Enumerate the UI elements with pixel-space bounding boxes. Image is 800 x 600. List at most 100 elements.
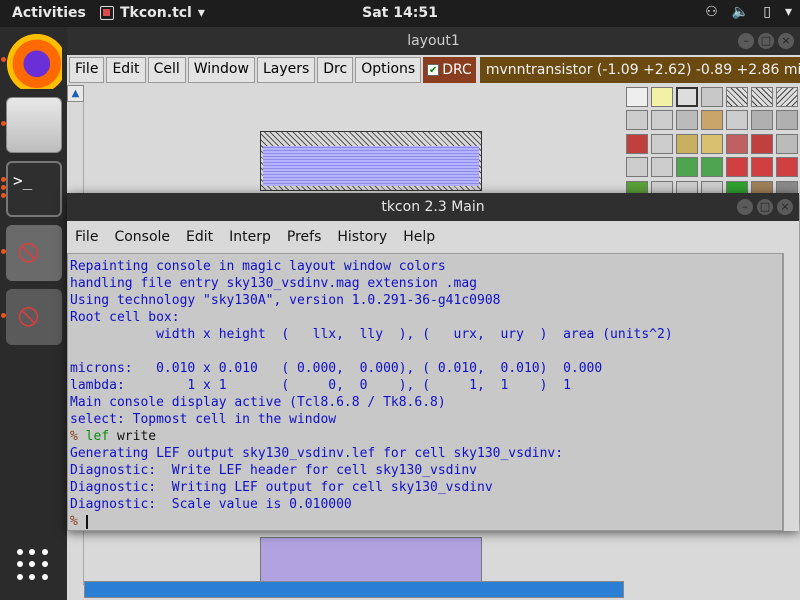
chevron-down-icon: ▾	[784, 4, 792, 20]
lock-icon[interactable]	[626, 110, 648, 131]
layout-menu-edit[interactable]: Edit	[106, 57, 146, 83]
layout-menu-window[interactable]: Window	[187, 57, 255, 83]
tkcon-menu-console[interactable]: Console	[112, 229, 172, 245]
prompt-symbol: %	[70, 429, 78, 444]
lock-icon[interactable]	[651, 157, 673, 178]
no-entry-app-icon[interactable]	[6, 225, 62, 281]
firefox-icon[interactable]	[6, 33, 62, 89]
layer-swatch[interactable]	[751, 157, 773, 178]
lock-icon[interactable]	[651, 133, 673, 154]
console-line: Main console display active (Tcl8.6.8 / …	[70, 395, 446, 410]
lock-icon[interactable]	[726, 110, 748, 131]
system-tray[interactable]: ⚇ 🔈 ▯ ▾	[705, 4, 792, 20]
layer-swatch[interactable]	[726, 87, 748, 107]
show-applications-icon[interactable]	[17, 549, 49, 581]
layout-cell-geometry	[260, 131, 482, 191]
console-line: handling file entry sky130_vsdinv.mag ex…	[70, 276, 477, 291]
layer-swatch[interactable]	[626, 133, 648, 154]
layer-swatch[interactable]	[626, 87, 648, 107]
tkcon-menu-help[interactable]: Help	[401, 229, 437, 245]
terminal-icon[interactable]: >_	[6, 161, 62, 217]
drc-toggle[interactable]: ✔ DRC	[423, 57, 476, 83]
tkcon-menubar: File Console Edit Interp Prefs History H…	[67, 221, 799, 253]
battery-icon: ▯	[763, 4, 771, 20]
layer-swatch[interactable]	[676, 110, 698, 131]
tcl-app-icon	[100, 6, 114, 20]
layer-swatch[interactable]	[751, 110, 773, 131]
chevron-down-icon: ▾	[197, 5, 205, 21]
console-line: Using technology "sky130A", version 1.0.…	[70, 293, 501, 308]
maximize-icon[interactable]: □	[757, 199, 773, 215]
console-input-line[interactable]: %	[70, 513, 780, 530]
app-menu-label: Tkcon.tcl	[120, 5, 192, 21]
layer-swatch[interactable]	[751, 87, 773, 107]
tkcon-menu-edit[interactable]: Edit	[184, 229, 215, 245]
close-icon[interactable]: ×	[778, 33, 794, 49]
tkcon-titlebar[interactable]: tkcon 2.3 Main – □ ×	[67, 193, 799, 221]
layout-diffusion-layer	[263, 146, 479, 186]
layer-swatch[interactable]	[726, 157, 748, 178]
dock: >_	[0, 27, 67, 600]
layout-menu-cell[interactable]: Cell	[147, 57, 186, 83]
network-icon: ⚇	[705, 4, 718, 20]
layout-menu-file[interactable]: File	[69, 57, 105, 83]
command-argument: write	[109, 429, 157, 444]
console-line: lambda: 1 x 1 ( 0, 0 ), ( 1, 1 ) 1	[70, 378, 571, 393]
layer-swatch[interactable]	[701, 87, 723, 107]
files-icon[interactable]	[6, 97, 62, 153]
drc-label: DRC	[442, 62, 472, 78]
tkcon-menu-history[interactable]: History	[335, 229, 389, 245]
app-menu[interactable]: Tkcon.tcl ▾	[100, 5, 205, 21]
layer-swatch[interactable]	[776, 133, 798, 154]
no-entry-app-icon[interactable]	[6, 289, 62, 345]
lock-icon[interactable]	[626, 157, 648, 178]
layer-swatch[interactable]	[651, 87, 673, 107]
layer-swatch[interactable]	[776, 110, 798, 131]
console-output[interactable]: Repainting console in magic layout windo…	[67, 253, 783, 531]
layer-palette[interactable]	[624, 85, 800, 205]
clock[interactable]: Sat 14:51	[362, 5, 438, 21]
layer-swatch[interactable]	[676, 133, 698, 154]
layout-horizontal-scrollbar[interactable]	[84, 581, 624, 598]
maximize-icon[interactable]: □	[758, 33, 774, 49]
console-line: width x height ( llx, lly ), ( urx, ury …	[70, 327, 673, 342]
layer-swatch[interactable]	[701, 110, 723, 131]
layout-menu-drc[interactable]: Drc	[317, 57, 354, 83]
console-line: Root cell box:	[70, 310, 180, 325]
layer-swatch[interactable]	[701, 157, 723, 178]
command-word: lef	[85, 429, 110, 444]
console-line: Generating LEF output sky130_vsdinv.lef …	[70, 446, 564, 461]
console-line: select: Topmost cell in the window	[70, 412, 337, 427]
console-vertical-scrollbar[interactable]	[783, 253, 799, 531]
layer-swatch[interactable]	[676, 157, 698, 178]
layer-swatch[interactable]	[751, 133, 773, 154]
top-bar: Activities Tkcon.tcl ▾ Sat 14:51 ⚇ 🔈 ▯ ▾	[0, 0, 800, 27]
cell-coordinates-readout: mvnntransistor (-1.09 +2.62) -0.89 +2.86…	[479, 57, 800, 83]
layer-swatch[interactable]	[726, 133, 748, 154]
scroll-up-arrow-icon[interactable]: ▲	[67, 85, 84, 102]
tkcon-window-title: tkcon 2.3 Main	[381, 199, 485, 215]
layout-menubar: File Edit Cell Window Layers Drc Options…	[67, 55, 800, 85]
console-line: Diagnostic: Scale value is 0.010000	[70, 497, 352, 512]
layer-swatch[interactable]	[701, 133, 723, 154]
layout-menu-options[interactable]: Options	[355, 57, 422, 83]
tkcon-menu-prefs[interactable]: Prefs	[285, 229, 323, 245]
console-line: microns: 0.010 x 0.010 ( 0.000, 0.000), …	[70, 361, 603, 376]
console-line: Diagnostic: Writing LEF output for cell …	[70, 480, 493, 495]
tkcon-menu-file[interactable]: File	[73, 229, 100, 245]
minimize-icon[interactable]: –	[738, 33, 754, 49]
layer-swatch[interactable]	[676, 87, 698, 107]
check-icon: ✔	[427, 64, 440, 76]
layout-titlebar[interactable]: layout1 – □ ×	[67, 27, 800, 55]
close-icon[interactable]: ×	[777, 199, 793, 215]
activities-button[interactable]: Activities	[12, 5, 86, 21]
lock-icon[interactable]	[651, 110, 673, 131]
volume-icon: 🔈	[731, 4, 750, 20]
console-command-line: % lef write	[70, 428, 780, 445]
tkcon-menu-interp[interactable]: Interp	[227, 229, 273, 245]
console-line: ​	[70, 343, 780, 360]
layer-swatch[interactable]	[776, 157, 798, 178]
layer-swatch[interactable]	[776, 87, 798, 107]
layout-menu-layers[interactable]: Layers	[256, 57, 316, 83]
minimize-icon[interactable]: –	[737, 199, 753, 215]
